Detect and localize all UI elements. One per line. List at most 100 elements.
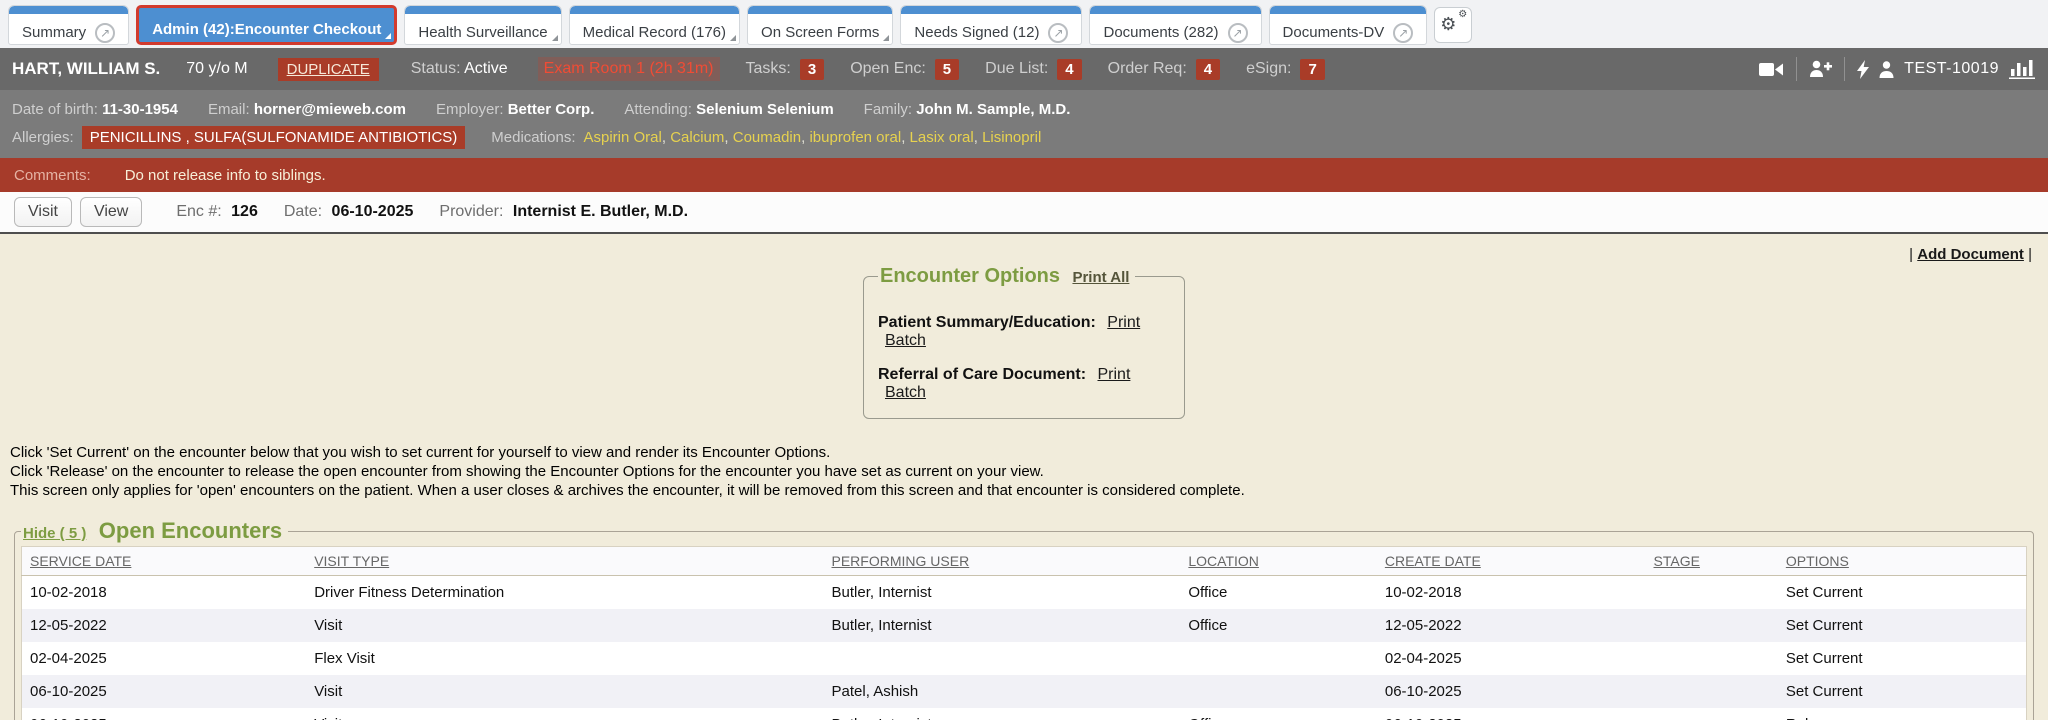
tab-documents[interactable]: Documents (282) ↗ <box>1089 5 1261 45</box>
location-cell: Office <box>1180 708 1376 720</box>
open-encounters-panel: Hide ( 5 ) Open Encounters SERVICE DATE … <box>14 518 2034 720</box>
encounter-row: 06-10-2025 Visit Butler, Internist Offic… <box>22 708 2027 720</box>
service-date-cell: 02-04-2025 <box>22 642 307 675</box>
location-cell: Office <box>1180 576 1376 610</box>
col-location[interactable]: LOCATION <box>1180 547 1376 576</box>
table-header-row: SERVICE DATE VISIT TYPE PERFORMING USER … <box>22 547 2027 576</box>
tasks-count-badge[interactable]: 3 <box>800 59 824 80</box>
visit-button[interactable]: Visit <box>14 197 72 227</box>
due-list-count-badge[interactable]: 4 <box>1057 59 1081 80</box>
family-value: John M. Sample, M.D. <box>916 101 1070 118</box>
comments-value: Do not release info to siblings. <box>125 167 326 184</box>
gear-icon: ⚙ <box>1458 10 1467 20</box>
create-date-cell: 06-10-2025 <box>1377 708 1646 720</box>
col-stage[interactable]: STAGE <box>1646 547 1778 576</box>
set-current-option[interactable]: Set Current <box>1778 576 2027 610</box>
medication-item: Calcium <box>670 129 733 146</box>
order-req-counter: Order Req: 4 <box>1108 59 1220 80</box>
tab-fold-icon <box>883 35 889 41</box>
open-encounters-title: Open Encounters <box>99 518 282 543</box>
medication-item: Aspirin Oral <box>584 129 671 146</box>
patient-summary-print-link[interactable]: Print <box>1107 314 1140 331</box>
person-icon[interactable] <box>1879 61 1894 78</box>
col-service-date[interactable]: SERVICE DATE <box>22 547 307 576</box>
create-date-cell: 02-04-2025 <box>1377 642 1646 675</box>
popout-icon[interactable]: ↗ <box>1393 23 1413 43</box>
stage-cell <box>1646 675 1778 708</box>
order-req-label: Order Req: <box>1108 60 1187 78</box>
set-current-option[interactable]: Set Current <box>1778 609 2027 642</box>
tab-on-screen-forms[interactable]: On Screen Forms <box>747 5 893 45</box>
provider-field: Provider: Internist E. Butler, M.D. <box>439 203 688 221</box>
open-enc-count-badge[interactable]: 5 <box>935 59 959 80</box>
divider <box>1796 57 1797 81</box>
patient-header-bar: HART, WILLIAM S. 70 y/o M DUPLICATE Stat… <box>0 48 2048 90</box>
add-document-link[interactable]: Add Document <box>1917 246 2024 263</box>
allergies-label: Allergies: <box>12 129 74 146</box>
service-date-cell: 06-10-2025 <box>22 675 307 708</box>
order-req-count-badge[interactable]: 4 <box>1196 59 1220 80</box>
print-all-link[interactable]: Print All <box>1072 269 1129 286</box>
tab-summary[interactable]: Summary ↗ <box>8 5 129 45</box>
status-value: Active <box>464 60 508 77</box>
patient-summary-education-label: Patient Summary/Education: <box>878 314 1096 331</box>
exam-room-timer: Exam Room 1 (2h 31m) <box>538 57 720 81</box>
patient-summary-education-row: Patient Summary/Education: Print Batch <box>878 314 1170 350</box>
tab-health-surveillance[interactable]: Health Surveillance <box>404 5 561 45</box>
gear-icon: ⚙ <box>1440 15 1456 33</box>
view-button[interactable]: View <box>80 197 142 227</box>
tab-summary-label: Summary <box>22 24 86 41</box>
col-options[interactable]: OPTIONS <box>1778 547 2027 576</box>
video-call-icon[interactable] <box>1759 61 1784 78</box>
employer-value: Better Corp. <box>508 101 595 118</box>
allergies-badge: PENICILLINS , SULFA(SULFONAMIDE ANTIBIOT… <box>82 126 466 149</box>
duplicate-badge[interactable]: DUPLICATE <box>278 58 379 81</box>
service-date-cell: 06-10-2025 <box>22 708 307 720</box>
esign-count-badge[interactable]: 7 <box>1300 59 1324 80</box>
set-current-option[interactable]: Set Current <box>1778 675 2027 708</box>
enc-number-value: 126 <box>231 203 258 220</box>
encounter-toolbar: Visit View Enc #: 126 Date: 06-10-2025 P… <box>0 192 2048 234</box>
status-label: Status: <box>411 60 461 77</box>
release-option[interactable]: Release <box>1778 708 2027 720</box>
popout-icon[interactable]: ↗ <box>1048 23 1068 43</box>
open-enc-counter: Open Enc: 5 <box>850 59 959 80</box>
popout-icon[interactable]: ↗ <box>1228 23 1248 43</box>
tab-fold-icon <box>552 35 558 41</box>
medication-item: Coumadin <box>733 129 810 146</box>
encounter-options-panel: Encounter Options Print All Patient Summ… <box>863 265 1185 419</box>
email-label: Email: <box>208 101 250 118</box>
patient-summary-batch-link[interactable]: Batch <box>885 332 926 349</box>
popout-icon[interactable]: ↗ <box>95 23 115 43</box>
attending-field: Attending: Selenium Selenium <box>624 101 833 118</box>
performing-user-cell: Butler, Internist <box>824 609 1181 642</box>
referral-batch-link[interactable]: Batch <box>885 384 926 401</box>
tab-documents-dv[interactable]: Documents-DV ↗ <box>1269 5 1428 45</box>
family-field: Family: John M. Sample, M.D. <box>864 101 1071 118</box>
col-visit-type[interactable]: VISIT TYPE <box>306 547 823 576</box>
enc-date-value: 06-10-2025 <box>332 203 414 220</box>
col-performing-user[interactable]: PERFORMING USER <box>824 547 1181 576</box>
provider-label: Provider: <box>439 203 503 220</box>
tab-settings-button[interactable]: ⚙ ⚙ <box>1434 7 1472 43</box>
chart-stats-icon[interactable] <box>2009 59 2036 79</box>
lightning-icon[interactable] <box>1857 60 1869 79</box>
tasks-counter: Tasks: 3 <box>746 59 825 80</box>
comments-label: Comments: <box>14 167 91 184</box>
hide-link[interactable]: Hide ( 5 ) <box>23 525 86 542</box>
medications-list: Aspirin Oral Calcium Coumadin ibuprofen … <box>584 129 1042 146</box>
tab-needs-signed[interactable]: Needs Signed (12) ↗ <box>900 5 1082 45</box>
tab-medical-record[interactable]: Medical Record (176) <box>569 5 740 45</box>
add-person-icon[interactable] <box>1809 60 1832 78</box>
col-create-date[interactable]: CREATE DATE <box>1377 547 1646 576</box>
visit-type-cell: Flex Visit <box>306 642 823 675</box>
pipe-separator: | <box>2028 246 2032 263</box>
set-current-option[interactable]: Set Current <box>1778 642 2027 675</box>
location-cell <box>1180 642 1376 675</box>
tab-documents-dv-label: Documents-DV <box>1283 24 1385 41</box>
encounter-options-title: Encounter Options <box>880 265 1060 287</box>
tab-admin-encounter-checkout[interactable]: Admin (42):Encounter Checkout <box>136 5 397 45</box>
instruction-line: Click 'Release' on the encounter to rele… <box>10 462 2048 481</box>
divider <box>1844 57 1845 81</box>
referral-print-link[interactable]: Print <box>1098 366 1131 383</box>
